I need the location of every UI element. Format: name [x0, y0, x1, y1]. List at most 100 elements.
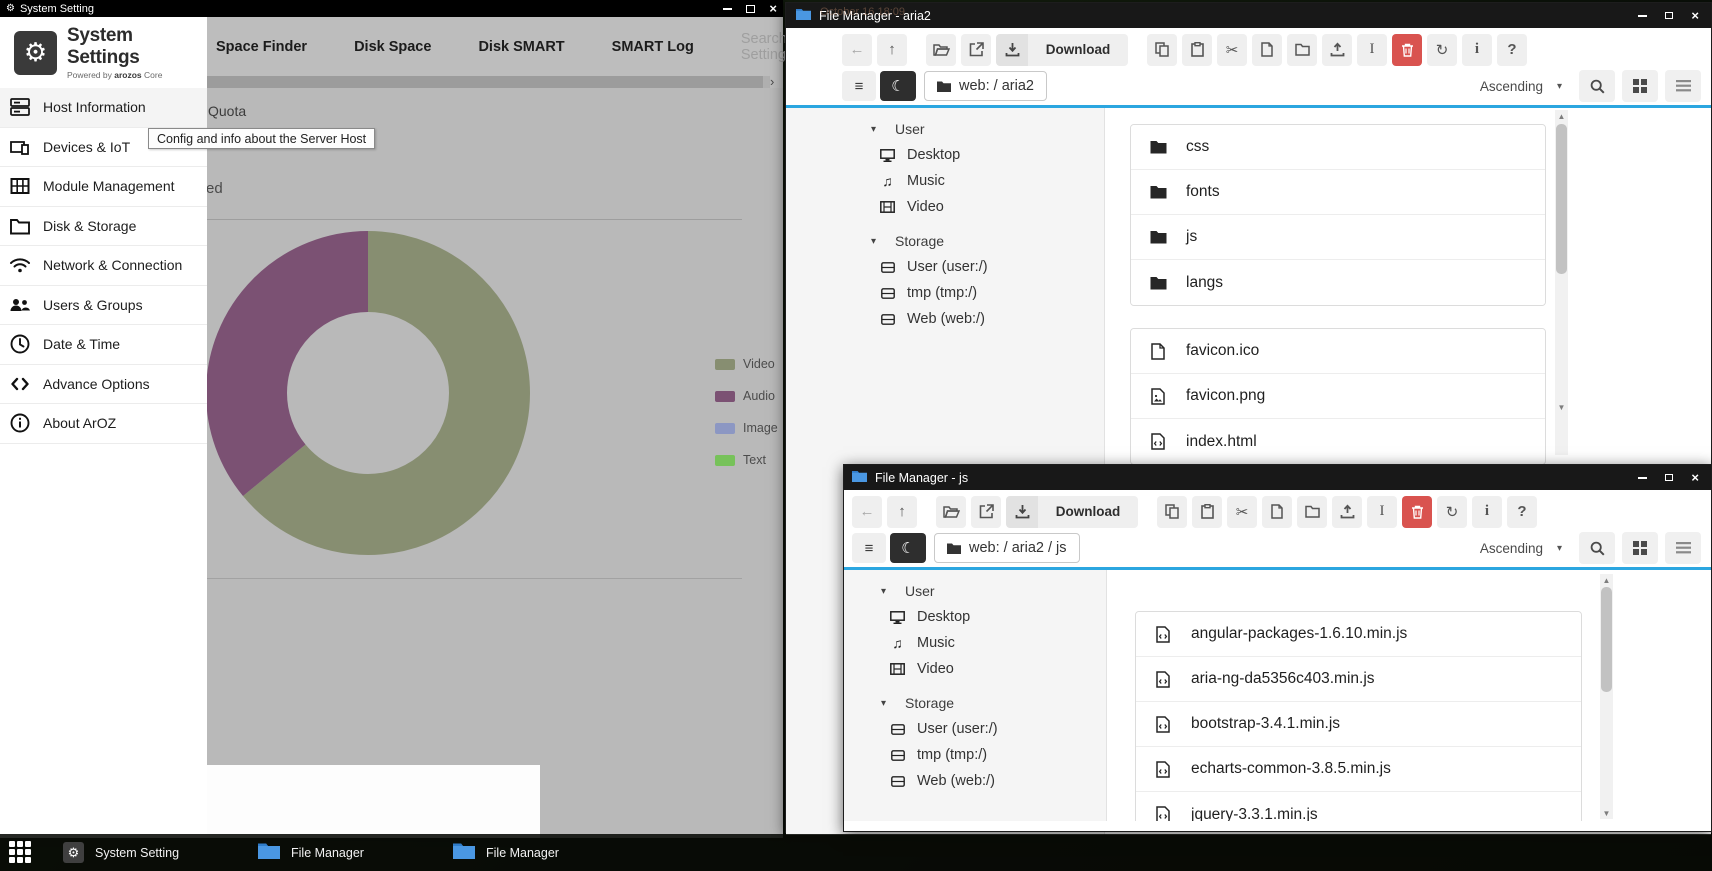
- vertical-scrollbar[interactable]: ▲ ▼: [1600, 574, 1613, 819]
- chevron-right-icon[interactable]: ›: [770, 74, 774, 89]
- tab-disk-space[interactable]: Disk Space: [354, 39, 431, 55]
- tree-item-desktop[interactable]: Desktop: [881, 604, 1106, 630]
- tree-item-web-drive[interactable]: Web (web:/): [881, 768, 1106, 794]
- minimize-button[interactable]: [1638, 477, 1647, 479]
- minimize-button[interactable]: [723, 8, 732, 10]
- breadcrumb[interactable]: web: / aria2: [924, 71, 1047, 101]
- sidebar-item-advance-options[interactable]: Advance Options: [0, 365, 207, 405]
- paste-button[interactable]: [1182, 34, 1212, 66]
- tree-item-desktop[interactable]: Desktop: [871, 142, 1104, 168]
- list-view-button[interactable]: [1665, 532, 1701, 564]
- tree-item-web-drive[interactable]: Web (web:/): [871, 306, 1104, 332]
- back-button[interactable]: ←: [842, 34, 872, 66]
- new-folder-button[interactable]: [1287, 34, 1317, 66]
- upload-button[interactable]: [1332, 496, 1362, 528]
- tab-space-finder[interactable]: Space Finder: [216, 39, 307, 55]
- sidebar-item-host-information[interactable]: Host Information: [0, 88, 207, 128]
- help-button[interactable]: ?: [1497, 34, 1527, 66]
- horizontal-scrollbar[interactable]: [207, 76, 770, 88]
- open-folder-button[interactable]: [926, 34, 956, 66]
- legend-item-video[interactable]: Video: [715, 357, 775, 371]
- refresh-icon[interactable]: ↻: [1427, 34, 1457, 66]
- legend-item-text[interactable]: Text: [715, 453, 766, 467]
- hamburger-menu-icon[interactable]: ≡: [852, 533, 886, 563]
- download-button[interactable]: Download: [996, 34, 1128, 66]
- open-new-window-button[interactable]: [971, 496, 1001, 528]
- tree-item-user-drive[interactable]: User (user:/): [881, 716, 1106, 742]
- new-file-button[interactable]: [1262, 496, 1292, 528]
- restore-button[interactable]: [746, 5, 755, 13]
- folder-row-css[interactable]: css: [1131, 125, 1545, 170]
- copy-button[interactable]: [1157, 496, 1187, 528]
- close-button[interactable]: ×: [1691, 11, 1699, 21]
- legend-item-audio[interactable]: Audio: [715, 389, 775, 403]
- close-button[interactable]: ×: [1691, 473, 1699, 483]
- maximize-button[interactable]: [1665, 474, 1673, 481]
- tree-item-music[interactable]: ♫Music: [881, 630, 1106, 656]
- refresh-icon[interactable]: ↻: [1437, 496, 1467, 528]
- cut-icon[interactable]: ✂: [1227, 496, 1257, 528]
- grid-view-button[interactable]: [1622, 70, 1658, 102]
- grid-view-button[interactable]: [1622, 532, 1658, 564]
- vertical-scrollbar[interactable]: ▲ ▼: [1555, 110, 1568, 455]
- folder-row-js[interactable]: js: [1131, 215, 1545, 260]
- list-view-button[interactable]: [1665, 70, 1701, 102]
- tree-section-storage[interactable]: ▾Storage: [881, 690, 1106, 716]
- breadcrumb[interactable]: web: / aria2 / js: [934, 533, 1080, 563]
- back-button[interactable]: ←: [852, 496, 882, 528]
- sort-order-dropdown[interactable]: Ascending▾: [1470, 533, 1572, 563]
- tree-item-tmp-drive[interactable]: tmp (tmp:/): [871, 280, 1104, 306]
- info-button[interactable]: i: [1472, 496, 1502, 528]
- open-folder-button[interactable]: [936, 496, 966, 528]
- sidebar-item-about-aroz[interactable]: About ArOZ: [0, 404, 207, 444]
- folder-row-fonts[interactable]: fonts: [1131, 170, 1545, 215]
- tree-section-user[interactable]: ▾User: [871, 116, 1104, 142]
- folder-row-langs[interactable]: langs: [1131, 260, 1545, 305]
- help-button[interactable]: ?: [1507, 496, 1537, 528]
- file-row-aria-ng[interactable]: aria-ng-da5356c403.min.js: [1136, 657, 1581, 702]
- tree-section-user[interactable]: ▾User: [881, 578, 1106, 604]
- new-folder-button[interactable]: [1297, 496, 1327, 528]
- taskbar-item-file-manager-1[interactable]: File Manager: [258, 842, 423, 864]
- tab-disk-smart[interactable]: Disk SMART: [478, 39, 564, 55]
- file-row-jquery[interactable]: jquery-3.3.1.min.js: [1136, 792, 1581, 821]
- rename-button[interactable]: I: [1357, 34, 1387, 66]
- tree-section-storage[interactable]: ▾Storage: [871, 228, 1104, 254]
- open-new-window-button[interactable]: [961, 34, 991, 66]
- file-row-angular[interactable]: angular-packages-1.6.10.min.js: [1136, 612, 1581, 657]
- delete-button[interactable]: [1402, 496, 1432, 528]
- hamburger-menu-icon[interactable]: ≡: [842, 71, 876, 101]
- rename-button[interactable]: I: [1367, 496, 1397, 528]
- close-button[interactable]: ×: [769, 4, 777, 14]
- dark-mode-moon-icon[interactable]: ☾: [890, 533, 926, 563]
- file-row-favicon-ico[interactable]: favicon.ico: [1131, 329, 1545, 374]
- upload-button[interactable]: [1322, 34, 1352, 66]
- delete-button[interactable]: [1392, 34, 1422, 66]
- tree-item-tmp-drive[interactable]: tmp (tmp:/): [881, 742, 1106, 768]
- search-button[interactable]: [1579, 70, 1615, 102]
- sidebar-item-users-groups[interactable]: Users & Groups: [0, 286, 207, 326]
- taskbar-item-system-setting[interactable]: ⚙ System Setting: [63, 842, 228, 863]
- apps-grid-icon[interactable]: [9, 841, 33, 865]
- legend-item-image[interactable]: Image: [715, 421, 778, 435]
- paste-button[interactable]: [1192, 496, 1222, 528]
- search-button[interactable]: [1579, 532, 1615, 564]
- sidebar-item-disk-storage[interactable]: Disk & Storage: [0, 207, 207, 247]
- download-button[interactable]: Download: [1006, 496, 1138, 528]
- cut-icon[interactable]: ✂: [1217, 34, 1247, 66]
- maximize-button[interactable]: [1665, 12, 1673, 19]
- tab-smart-log[interactable]: SMART Log: [612, 39, 694, 55]
- file-row-bootstrap[interactable]: bootstrap-3.4.1.min.js: [1136, 702, 1581, 747]
- tree-item-video[interactable]: Video: [881, 656, 1106, 682]
- tree-item-user-drive[interactable]: User (user:/): [871, 254, 1104, 280]
- sidebar-item-network-connection[interactable]: Network & Connection: [0, 246, 207, 286]
- file-row-echarts[interactable]: echarts-common-3.8.5.min.js: [1136, 747, 1581, 792]
- tree-item-video[interactable]: Video: [871, 194, 1104, 220]
- new-file-button[interactable]: [1252, 34, 1282, 66]
- sidebar-item-module-management[interactable]: Module Management: [0, 167, 207, 207]
- minimize-button[interactable]: [1638, 15, 1647, 17]
- fm1-titlebar[interactable]: October 16 18:09 File Manager - aria2 ×: [786, 3, 1711, 28]
- fm2-titlebar[interactable]: File Manager - js ×: [844, 465, 1711, 490]
- sort-order-dropdown[interactable]: Ascending▾: [1470, 71, 1572, 101]
- system-settings-titlebar[interactable]: ⚙ System Setting ×: [0, 0, 783, 17]
